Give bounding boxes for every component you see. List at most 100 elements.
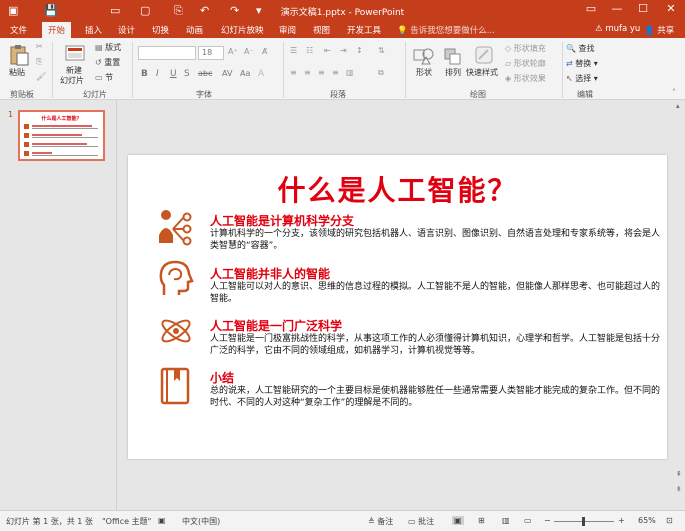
layout-button[interactable]: ▤ 版式: [95, 42, 121, 53]
font-size-box[interactable]: 18: [198, 46, 224, 60]
thumbnail-pane: [0, 100, 117, 510]
thumbnail-line: [32, 137, 98, 138]
shape-outline-button[interactable]: ▱ 形状轮廓: [505, 58, 546, 69]
quick-styles-label[interactable]: 快速样式: [466, 67, 498, 78]
scroll-top-icon[interactable]: ⇞: [676, 470, 682, 478]
new-slide-icon[interactable]: [64, 44, 86, 64]
section-heading-1[interactable]: 人工智能是计算机科学分支: [210, 212, 354, 229]
scroll-bottom-icon[interactable]: ⇟: [676, 485, 682, 493]
close-button[interactable]: ✕: [660, 2, 682, 20]
maximize-button[interactable]: ☐: [632, 2, 654, 20]
notes-button[interactable]: ≜ 备注: [368, 516, 393, 527]
tab-home[interactable]: 开始: [42, 22, 72, 38]
justify-icon[interactable]: ≡: [332, 68, 339, 77]
collapse-ribbon-icon[interactable]: ˄: [672, 88, 676, 97]
grow-font-icon[interactable]: A⁺: [228, 47, 238, 56]
tab-view[interactable]: 视图: [313, 24, 330, 36]
bold-button[interactable]: B: [141, 69, 148, 79]
shape-effects-button[interactable]: ◈ 形状效果: [505, 73, 546, 84]
section-heading-4[interactable]: 小结: [210, 369, 234, 386]
line-spacing-icon[interactable]: ↕: [356, 46, 363, 55]
tab-review[interactable]: 审阅: [279, 24, 296, 36]
slide-thumbnail[interactable]: 什么是人工智能？: [18, 110, 105, 161]
network-icon: [158, 207, 194, 247]
reset-button[interactable]: ↺ 重置: [95, 57, 120, 68]
shape-fill-button[interactable]: ◇ 形状填充: [505, 43, 546, 54]
quick-styles-icon[interactable]: [473, 44, 495, 64]
slide-canvas[interactable]: 什么是人工智能？ 人工智能是计算机科学分支 计算机科学的一个分支，该领域的研究包…: [128, 155, 667, 459]
thumbnail-icon-2: [24, 133, 29, 138]
zoom-out-icon[interactable]: −: [544, 516, 551, 525]
align-center-icon[interactable]: ≡: [304, 68, 311, 77]
select-button[interactable]: ↖ 选择 ▾: [566, 73, 598, 84]
reading-view-icon[interactable]: ▥: [502, 516, 510, 525]
section-body-4[interactable]: 总的说来，人工智能研究的一个主要目标是使机器能够胜任一些通常需要人类智能才能完成…: [210, 385, 660, 409]
char-spacing-button[interactable]: AV: [222, 69, 232, 78]
title-bar: ▣ 💾 ▭ ▢ ⎘ ↶ ↷ ▾ 演示文稿1.pptx - PowerPoint …: [0, 0, 685, 22]
tab-animations[interactable]: 动画: [186, 24, 203, 36]
section-body-3[interactable]: 人工智能是一门极富挑战性的科学，从事这项工作的人必须懂得计算机知识，心理学和哲学…: [210, 333, 660, 357]
clear-format-icon[interactable]: A̸: [262, 47, 267, 56]
normal-view-icon[interactable]: ▣: [452, 516, 464, 525]
numbering-icon[interactable]: ☷: [306, 46, 313, 55]
slide-title[interactable]: 什么是人工智能？: [128, 169, 667, 209]
copy-icon[interactable]: ⎘: [36, 57, 42, 67]
bullets-icon[interactable]: ☰: [290, 46, 297, 55]
shapes-label[interactable]: 形状: [416, 67, 432, 78]
paste-label[interactable]: 粘贴: [9, 67, 25, 78]
decrease-indent-icon[interactable]: ⇤: [324, 46, 331, 55]
slideshow-view-icon[interactable]: ▭: [524, 516, 532, 525]
strikethrough-button[interactable]: abc: [198, 69, 212, 78]
slide-sorter-icon[interactable]: ⊞: [478, 516, 485, 525]
minimize-button[interactable]: —: [606, 2, 628, 20]
change-case-button[interactable]: Aa: [240, 69, 250, 78]
vertical-scrollbar[interactable]: ▴ ⇞ ⇟: [674, 100, 685, 510]
shapes-icon[interactable]: [412, 46, 434, 66]
tab-slideshow[interactable]: 幻灯片放映: [221, 24, 264, 36]
underline-button[interactable]: U: [170, 69, 177, 79]
share-button[interactable]: 👤 共享: [644, 24, 674, 36]
comments-button[interactable]: ▭ 批注: [408, 516, 434, 527]
arrange-icon[interactable]: [442, 46, 464, 66]
text-direction-icon[interactable]: ⇅: [378, 46, 385, 55]
language[interactable]: 中文(中国): [182, 516, 220, 527]
section-button[interactable]: ▭ 节: [95, 72, 113, 83]
new-slide-label-2[interactable]: 幻灯片: [60, 75, 84, 86]
zoom-slider-thumb[interactable]: [582, 517, 585, 526]
align-left-icon[interactable]: ≡: [290, 68, 297, 77]
zoom-in-icon[interactable]: +: [618, 516, 625, 525]
section-body-2[interactable]: 人工智能可以对人的意识、思维的信息过程的模拟。人工智能不是人的智能，但能像人那样…: [210, 281, 660, 305]
tab-transitions[interactable]: 切换: [152, 24, 169, 36]
replace-button[interactable]: ⇄ 替换 ▾: [566, 58, 598, 69]
arrange-label[interactable]: 排列: [445, 67, 461, 78]
brain-head-icon: [158, 259, 194, 299]
section-heading-3[interactable]: 人工智能是一门广泛科学: [210, 317, 342, 334]
font-name-box[interactable]: [138, 46, 196, 60]
font-color-icon[interactable]: A: [258, 69, 264, 79]
tell-me-search[interactable]: 💡 告诉我您想要做什么...: [397, 24, 495, 36]
user-account[interactable]: ⚠ mufa yu: [595, 24, 640, 34]
tab-file[interactable]: 文件: [10, 24, 27, 36]
scroll-up-icon[interactable]: ▴: [676, 102, 680, 110]
fit-slide-icon[interactable]: ⊡: [666, 516, 673, 525]
section-heading-2[interactable]: 人工智能并非人的智能: [210, 265, 330, 282]
find-button[interactable]: 🔍 查找: [566, 43, 595, 54]
align-right-icon[interactable]: ≡: [318, 68, 325, 77]
columns-icon[interactable]: ▥: [346, 68, 354, 77]
ribbon-display-options-button[interactable]: ▭: [580, 2, 602, 20]
tab-developer[interactable]: 开发工具: [347, 24, 381, 36]
shrink-font-icon[interactable]: A⁻: [244, 47, 254, 56]
italic-button[interactable]: I: [156, 69, 159, 79]
shadow-button[interactable]: S: [184, 69, 190, 79]
cut-icon[interactable]: ✂: [36, 42, 43, 51]
spellcheck-icon[interactable]: ▣: [158, 516, 166, 525]
tab-design[interactable]: 设计: [118, 24, 135, 36]
zoom-level[interactable]: 65%: [638, 516, 656, 525]
tab-insert[interactable]: 插入: [85, 24, 102, 36]
format-painter-icon[interactable]: 🖌: [36, 72, 46, 81]
section-body-1[interactable]: 计算机科学的一个分支，该领域的研究包括机器人、语言识别、图像识别、自然语言处理和…: [210, 228, 660, 252]
paragraph-group-label: 段落: [330, 90, 346, 99]
increase-indent-icon[interactable]: ⇥: [340, 46, 347, 55]
paste-icon[interactable]: [8, 44, 30, 66]
smartart-icon[interactable]: ⧉: [378, 68, 384, 78]
